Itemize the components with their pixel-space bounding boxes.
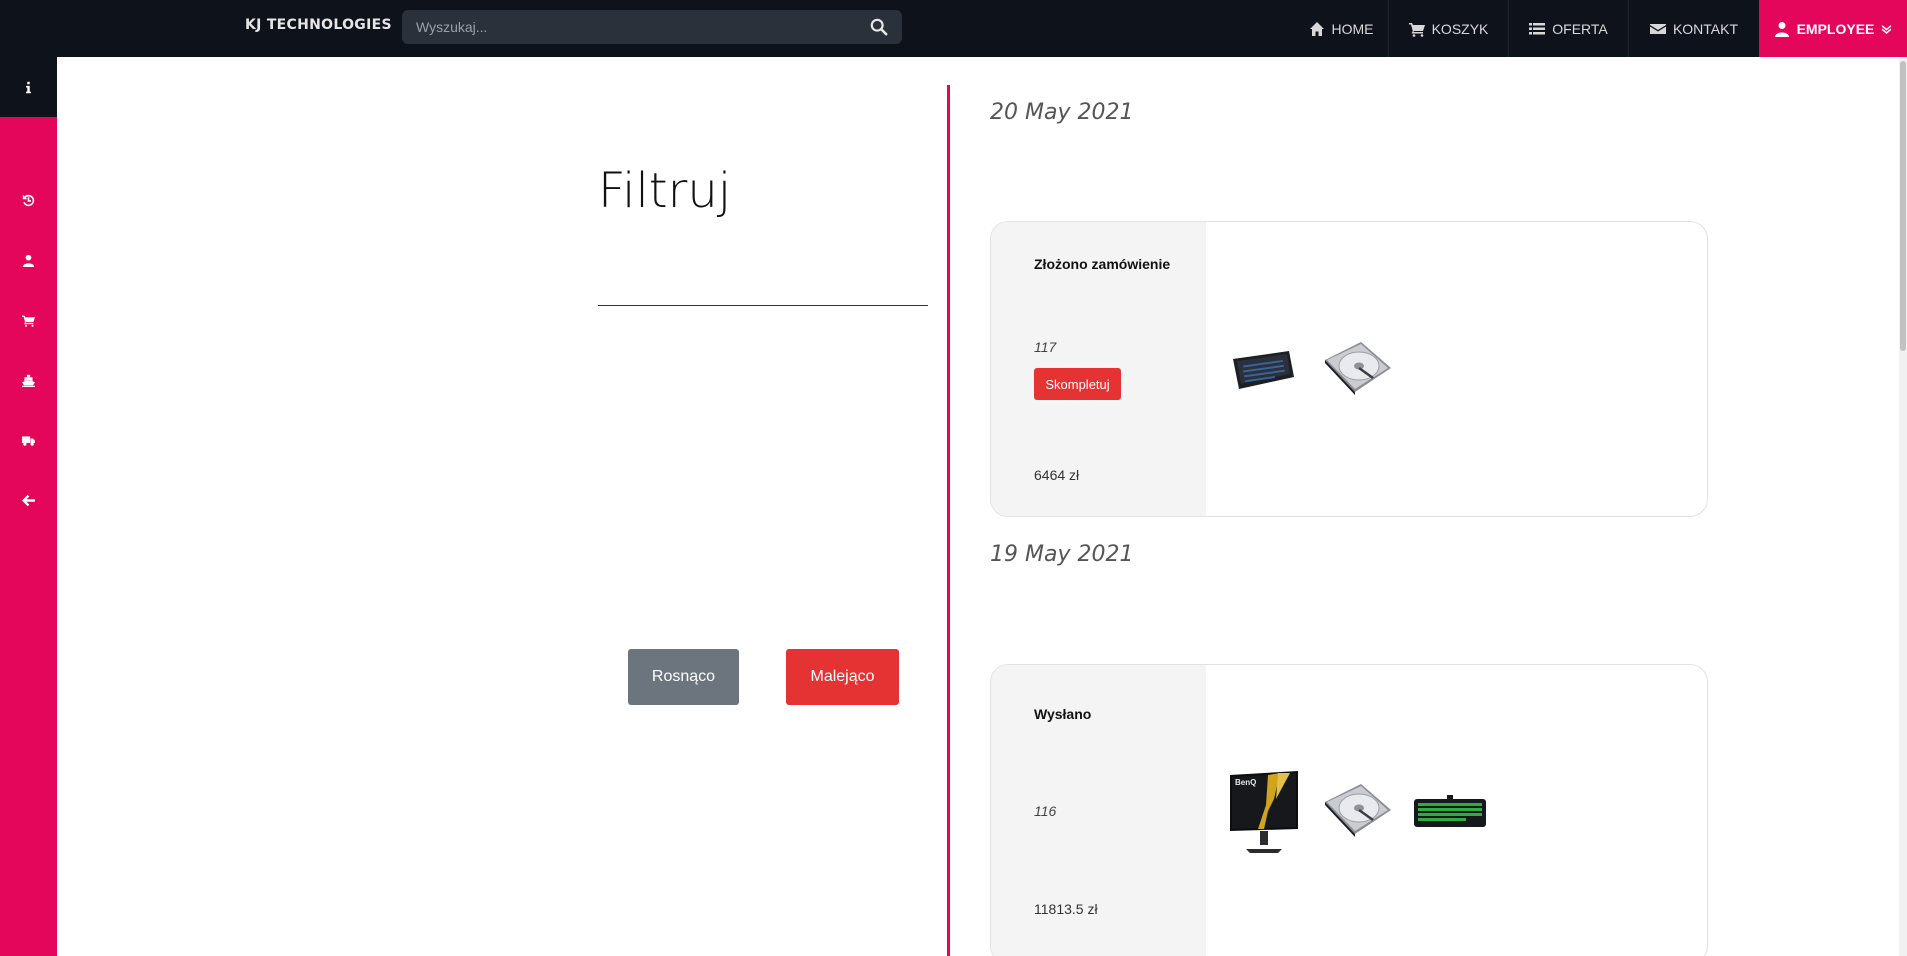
- list-icon: [1529, 22, 1546, 34]
- history-icon: [22, 194, 35, 206]
- search-icon[interactable]: [870, 18, 888, 36]
- nav-cart[interactable]: KOSZYK: [1388, 0, 1508, 57]
- sidebar-item-shipping[interactable]: [0, 350, 57, 410]
- sidebar-item-delivery[interactable]: [0, 410, 57, 470]
- envelope-icon: [1649, 23, 1666, 34]
- sort-ascending-button[interactable]: Rosnąco: [628, 649, 739, 705]
- scrollbar-thumb[interactable]: [1900, 61, 1906, 351]
- order-date: 19 May 2021: [990, 542, 1134, 567]
- home-icon: [1309, 21, 1324, 36]
- order-id: 116: [1034, 803, 1057, 819]
- user-icon: [22, 254, 35, 267]
- order-card: Złożono zamówienie 117 Skompletuj 6464 z…: [990, 221, 1708, 517]
- order-status: Wysłano: [1034, 706, 1092, 722]
- order-status: Złożono zamówienie: [1034, 256, 1171, 272]
- nav-contact-label: KONTAKT: [1672, 20, 1739, 37]
- nav-contact[interactable]: KONTAKT: [1628, 0, 1759, 57]
- sidebar: [0, 57, 57, 956]
- sidebar-item-info[interactable]: [0, 57, 57, 117]
- search-bar: [402, 10, 902, 44]
- filter-title: Filtruj: [598, 163, 732, 219]
- product-hard-drive-image[interactable]: [1321, 780, 1393, 838]
- monitor-brand-label: BenQ: [1235, 778, 1256, 787]
- product-keyboard-image[interactable]: [1413, 795, 1487, 829]
- page-scrollbar[interactable]: [1899, 57, 1907, 956]
- order-card: Wysłano 116 11813.5 zł BenQ: [990, 664, 1708, 956]
- chevron-down-icon: [1882, 25, 1892, 34]
- user-menu-label: EMPLOYEE: [1796, 20, 1875, 37]
- info-icon: [26, 81, 31, 93]
- order-card-info: Wysłano 116 11813.5 zł: [991, 665, 1206, 956]
- order-id: 117: [1034, 339, 1057, 355]
- nav-home-label: HOME: [1331, 20, 1374, 37]
- user-menu[interactable]: EMPLOYEE: [1759, 0, 1907, 57]
- nav-cart-label: KOSZYK: [1431, 20, 1489, 37]
- nav-offer-label: OFERTA: [1552, 20, 1608, 37]
- cart-icon: [22, 315, 35, 327]
- order-price: 11813.5 zł: [1034, 901, 1098, 917]
- sidebar-item-history[interactable]: [0, 170, 57, 230]
- timeline-divider: [947, 85, 950, 956]
- complete-order-button[interactable]: Skompletuj: [1034, 368, 1121, 400]
- product-hard-drive-image[interactable]: [1321, 338, 1393, 396]
- user-icon: [1774, 21, 1789, 37]
- order-card-info: Złożono zamówienie 117 Skompletuj 6464 z…: [991, 222, 1206, 516]
- order-price: 6464 zł: [1034, 467, 1080, 483]
- sort-descending-button[interactable]: Malejąco: [786, 649, 899, 705]
- brand-logo[interactable]: KJ TECHNOLOGIES: [245, 17, 392, 33]
- sidebar-item-users[interactable]: [0, 230, 57, 290]
- ship-icon: [22, 374, 35, 387]
- top-navbar: KJ TECHNOLOGIES HOME KOSZYK OFERTA KONTA…: [0, 0, 1907, 57]
- search-input[interactable]: [416, 10, 856, 44]
- order-date: 20 May 2021: [990, 100, 1134, 125]
- product-monitor-image[interactable]: BenQ: [1228, 769, 1300, 855]
- filter-input[interactable]: [598, 270, 928, 306]
- sidebar-item-back[interactable]: [0, 470, 57, 530]
- arrow-left-icon: [22, 494, 35, 506]
- truck-icon: [22, 435, 35, 446]
- nav-offer[interactable]: OFERTA: [1508, 0, 1628, 57]
- nav-home[interactable]: HOME: [1294, 0, 1388, 57]
- product-keyboard-image[interactable]: [1231, 347, 1296, 392]
- cart-icon: [1408, 22, 1425, 37]
- sidebar-item-cart[interactable]: [0, 290, 57, 350]
